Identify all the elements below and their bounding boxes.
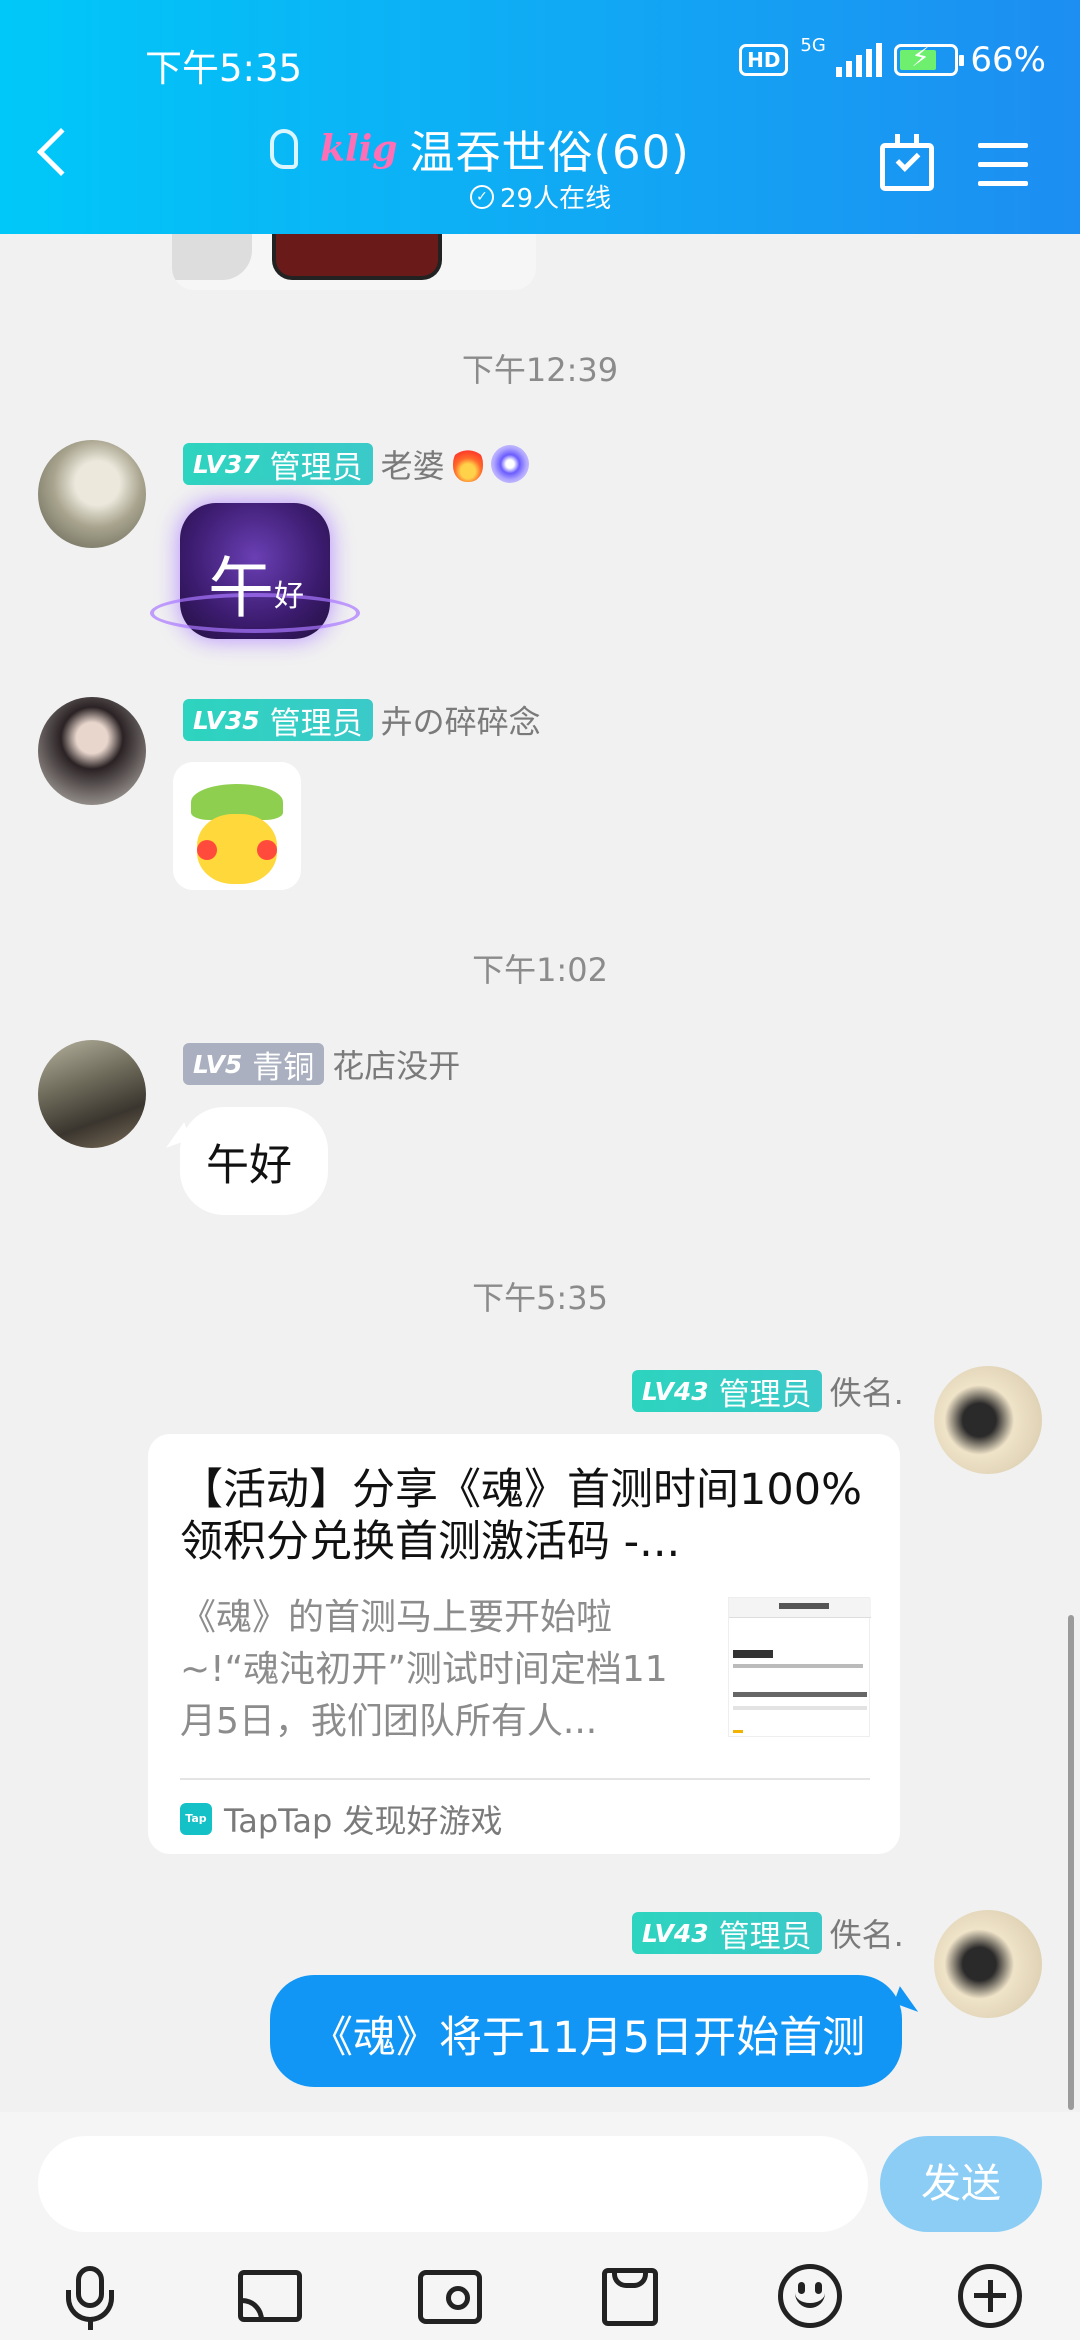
- scrollbar[interactable]: [1068, 1615, 1074, 2110]
- input-bar: 发送: [0, 2112, 1080, 2340]
- card-title: 【活动】分享《魂》首测时间100%领积分兑换首测激活码 -...: [180, 1465, 862, 1567]
- avatar[interactable]: [38, 1040, 146, 1148]
- level-badge: LV35 管理员: [183, 699, 373, 742]
- card-source: Tap TapTap 发现好游戏: [180, 1796, 503, 1842]
- toolbar: [0, 2252, 1080, 2338]
- brand-badge: klig: [320, 127, 398, 170]
- sender-meta: LV43 管理员 佚名.: [632, 1910, 904, 1956]
- timestamp: 下午1:02: [472, 951, 608, 989]
- sender-meta: LV35 管理员 卉の碎碎念: [183, 697, 541, 743]
- online-count: ✓ 29人在线: [470, 178, 611, 215]
- send-button[interactable]: 发送: [880, 2136, 1042, 2232]
- taptap-icon: Tap: [180, 1803, 212, 1835]
- ear-icon: [270, 128, 298, 169]
- level-badge: LV37 管理员: [183, 443, 373, 486]
- sender-meta: LV37 管理员 老婆: [183, 441, 529, 487]
- microphone-icon[interactable]: [58, 2264, 122, 2330]
- avatar[interactable]: [38, 440, 146, 548]
- status-time: 下午5:35: [145, 47, 303, 90]
- sender-meta: LV43 管理员 佚名.: [632, 1368, 904, 1414]
- menu-icon[interactable]: [978, 143, 1028, 200]
- sender-name[interactable]: 卉の碎碎念: [381, 697, 541, 743]
- sender-name[interactable]: 佚名.: [830, 1910, 904, 1956]
- level-badge: LV5 青铜: [183, 1043, 325, 1086]
- sender-meta: LV5 青铜 花店没开: [183, 1041, 460, 1087]
- photo-icon[interactable]: [418, 2264, 482, 2328]
- sender-name[interactable]: 花店没开: [332, 1041, 460, 1087]
- avatar[interactable]: [934, 1366, 1042, 1474]
- battery-percent: 66%: [970, 40, 1046, 80]
- card-description: 《魂》的首测马上要开始啦~!“魂沌初开”测试时间定档11月5日，我们团队所有人.…: [180, 1597, 668, 1742]
- back-icon[interactable]: [36, 127, 86, 177]
- sticker-message[interactable]: 午好: [150, 503, 360, 643]
- text-message[interactable]: 《魂》将于11月5日开始首测: [270, 1975, 902, 2087]
- divider: [180, 1778, 870, 1780]
- orb-icon: [490, 445, 529, 483]
- battery-icon: ⚡: [894, 43, 965, 76]
- message-input[interactable]: [38, 2136, 868, 2232]
- avatar[interactable]: [934, 1910, 1042, 2018]
- level-badge: LV43 管理员: [632, 1912, 822, 1955]
- timestamp: 下午12:39: [461, 351, 619, 389]
- level-badge: LV43 管理员: [632, 1370, 822, 1413]
- status-icons: HD 5G ⚡ 66%: [739, 37, 1046, 80]
- avatar[interactable]: [38, 697, 146, 805]
- calendar-check-icon[interactable]: [880, 134, 934, 191]
- share-card[interactable]: 【活动】分享《魂》首测时间100%领积分兑换首测激活码 -... 《魂》的首测马…: [148, 1434, 900, 1854]
- screen-cast-icon[interactable]: [238, 2264, 302, 2328]
- sender-name[interactable]: 佚名.: [830, 1368, 904, 1414]
- group-title: 温吞世俗(60): [409, 126, 690, 179]
- sender-name[interactable]: 老婆: [381, 441, 445, 487]
- fire-icon: [452, 446, 483, 482]
- sticker-message[interactable]: [173, 762, 301, 890]
- text-message[interactable]: 午好: [180, 1107, 328, 1215]
- emoji-icon[interactable]: [778, 2264, 842, 2328]
- check-circle-icon: ✓: [470, 184, 494, 209]
- timestamp: 下午5:35: [472, 1279, 608, 1317]
- hd-icon: HD: [739, 44, 789, 76]
- group-title-row[interactable]: klig 温吞世俗(60): [270, 116, 690, 181]
- image-message[interactable]: [172, 234, 536, 290]
- plus-icon[interactable]: [958, 2264, 1022, 2328]
- chat-header: 下午5:35 HD 5G ⚡ 66% klig 温吞世俗(60) ✓ 29人在线: [0, 0, 1080, 234]
- red-packet-icon[interactable]: [598, 2264, 662, 2328]
- card-thumbnail: [728, 1597, 871, 1737]
- signal-icon: 5G: [800, 37, 883, 77]
